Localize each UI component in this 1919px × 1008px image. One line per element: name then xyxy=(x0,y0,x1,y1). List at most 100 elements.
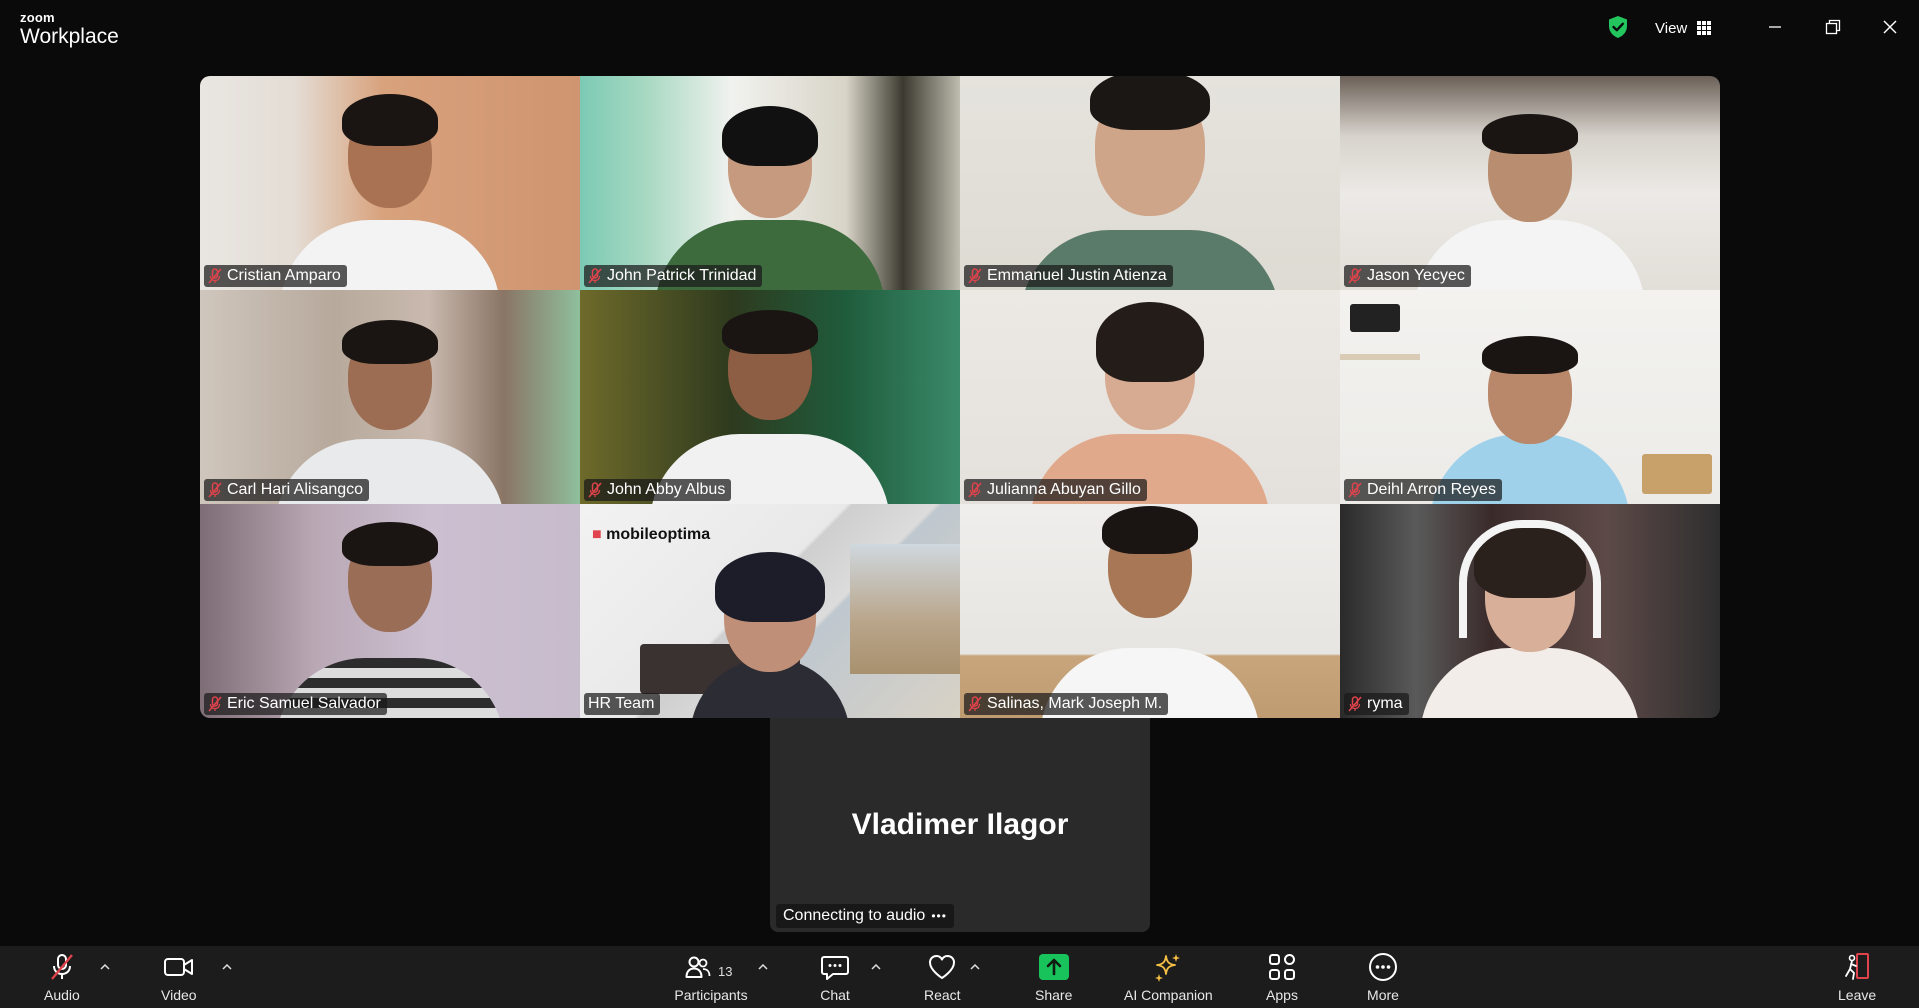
title-bar: zoom Workplace View xyxy=(0,0,1919,56)
minimize-button[interactable] xyxy=(1760,12,1790,42)
participants-icon xyxy=(685,956,711,978)
logo-text: mobileoptima xyxy=(606,526,711,543)
ai-companion-button[interactable]: AI Companion xyxy=(1124,952,1213,1002)
react-options-caret[interactable] xyxy=(968,960,982,974)
video-tile[interactable]: Deihl Arron Reyes xyxy=(1340,290,1720,504)
close-button[interactable] xyxy=(1875,12,1905,42)
participant-name: Julianna Abuyan Gillo xyxy=(987,481,1141,498)
mic-muted-icon xyxy=(588,268,602,284)
restore-button[interactable] xyxy=(1818,12,1848,42)
heart-icon xyxy=(929,955,956,979)
audio-options-caret[interactable] xyxy=(98,960,112,974)
more-label: More xyxy=(1367,987,1399,1003)
loading-dots-icon: ••• xyxy=(931,909,947,923)
participants-count: 13 xyxy=(718,964,733,979)
more-icon xyxy=(1369,953,1397,981)
participant-name: Eric Samuel Salvador xyxy=(227,695,381,712)
video-tile[interactable]: Cristian Amparo xyxy=(200,76,580,290)
app-logo: zoom Workplace xyxy=(20,11,119,47)
chevron-up-icon xyxy=(222,964,232,970)
video-tile-active-speaker[interactable]: ■ mobileoptima HR Team xyxy=(580,504,960,718)
participant-name: HR Team xyxy=(588,695,655,712)
video-tile[interactable]: John Patrick Trinidad xyxy=(580,76,960,290)
mic-muted-icon xyxy=(968,696,982,712)
video-tile[interactable]: Eric Samuel Salvador xyxy=(200,504,580,718)
participant-name-tag: John Patrick Trinidad xyxy=(584,265,763,287)
shield-icon[interactable] xyxy=(1607,15,1629,39)
close-icon xyxy=(1883,20,1897,34)
chat-button[interactable]: Chat xyxy=(818,952,852,1002)
participant-name-tag: Jason Yecyec xyxy=(1344,265,1471,287)
participant-name-tag: Cristian Amparo xyxy=(204,265,347,287)
brand-zoom: zoom xyxy=(20,10,55,25)
video-options-caret[interactable] xyxy=(220,960,234,974)
chevron-up-icon xyxy=(970,964,980,970)
mic-muted-icon xyxy=(208,696,222,712)
gallery-grid-icon xyxy=(1697,21,1712,35)
participants-button[interactable]: Participants xyxy=(657,952,765,1002)
mic-muted-icon xyxy=(588,482,602,498)
headset xyxy=(1459,520,1601,638)
more-button[interactable]: More xyxy=(1366,952,1400,1002)
connecting-status-text: Connecting to audio xyxy=(783,907,926,924)
share-button[interactable]: Share xyxy=(1035,952,1072,1002)
share-label: Share xyxy=(1035,987,1073,1003)
participant-name: ryma xyxy=(1367,695,1403,712)
ai-sparkle-icon xyxy=(1155,954,1181,982)
meeting-toolbar: Audio Video Participants 13 Chat React S… xyxy=(0,946,1919,1008)
mic-muted-icon xyxy=(1348,696,1362,712)
video-tile[interactable]: Julianna Abuyan Gillo xyxy=(960,290,1340,504)
minimize-icon xyxy=(1769,26,1781,28)
participant-name: Carl Hari Alisangco xyxy=(227,481,364,498)
view-button[interactable]: View xyxy=(1655,17,1712,39)
video-tile[interactable]: Salinas, Mark Joseph M. xyxy=(960,504,1340,718)
apps-icon xyxy=(1269,954,1295,980)
company-logo: ■ mobileoptima xyxy=(592,526,711,543)
video-button[interactable]: Video xyxy=(161,952,197,1002)
mic-muted-icon xyxy=(50,954,73,980)
participant-name-tag: Emmanuel Justin Atienza xyxy=(964,265,1173,287)
chat-label: Chat xyxy=(820,987,850,1003)
participant-name-tag: John Abby Albus xyxy=(584,479,732,501)
participant-name: Jason Yecyec xyxy=(1367,267,1465,284)
brand-workplace: Workplace xyxy=(20,25,119,48)
participant-name: Emmanuel Justin Atienza xyxy=(987,267,1167,284)
apps-label: Apps xyxy=(1266,987,1298,1003)
participant-name: John Abby Albus xyxy=(607,481,726,498)
video-tile-connecting[interactable]: Vladimer Ilagor Connecting to audio ••• xyxy=(770,718,1150,932)
chevron-up-icon xyxy=(100,964,110,970)
participant-display-name: Vladimer Ilagor xyxy=(851,808,1069,841)
leave-icon xyxy=(1845,953,1870,980)
video-tile[interactable]: John Abby Albus xyxy=(580,290,960,504)
share-screen-icon xyxy=(1038,954,1069,980)
chevron-up-icon xyxy=(871,964,881,970)
chevron-up-icon xyxy=(758,964,768,970)
participant-name: Salinas, Mark Joseph M. xyxy=(987,695,1163,712)
video-gallery: Cristian Amparo John Patrick Trinidad Em… xyxy=(200,76,1720,718)
participants-options-caret[interactable] xyxy=(756,960,770,974)
chat-options-caret[interactable] xyxy=(869,960,883,974)
participant-name-tag: Julianna Abuyan Gillo xyxy=(964,479,1147,501)
apps-button[interactable]: Apps xyxy=(1265,952,1299,1002)
participant-name: Cristian Amparo xyxy=(227,267,341,284)
participants-label: Participants xyxy=(674,987,748,1003)
react-button[interactable]: React xyxy=(924,952,961,1002)
participant-name-tag: Salinas, Mark Joseph M. xyxy=(964,693,1169,715)
audio-button[interactable]: Audio xyxy=(44,952,80,1002)
participant-name-tag: Carl Hari Alisangco xyxy=(204,479,370,501)
participant-name-tag: Deihl Arron Reyes xyxy=(1344,479,1502,501)
video-tile[interactable]: Carl Hari Alisangco xyxy=(200,290,580,504)
video-tile[interactable]: ryma xyxy=(1340,504,1720,718)
leave-label: Leave xyxy=(1838,987,1877,1003)
participant-name: John Patrick Trinidad xyxy=(607,267,757,284)
video-tile[interactable]: Emmanuel Justin Atienza xyxy=(960,76,1340,290)
participant-name-tag: ryma xyxy=(1344,693,1409,715)
mic-muted-icon xyxy=(968,482,982,498)
video-label: Video xyxy=(161,987,197,1003)
participant-name-tag: HR Team xyxy=(584,693,661,715)
mic-muted-icon xyxy=(1348,268,1362,284)
video-tile[interactable]: Jason Yecyec xyxy=(1340,76,1720,290)
mic-muted-icon xyxy=(208,268,222,284)
ai-companion-label: AI Companion xyxy=(1124,987,1213,1003)
leave-button[interactable]: Leave xyxy=(1838,952,1876,1002)
